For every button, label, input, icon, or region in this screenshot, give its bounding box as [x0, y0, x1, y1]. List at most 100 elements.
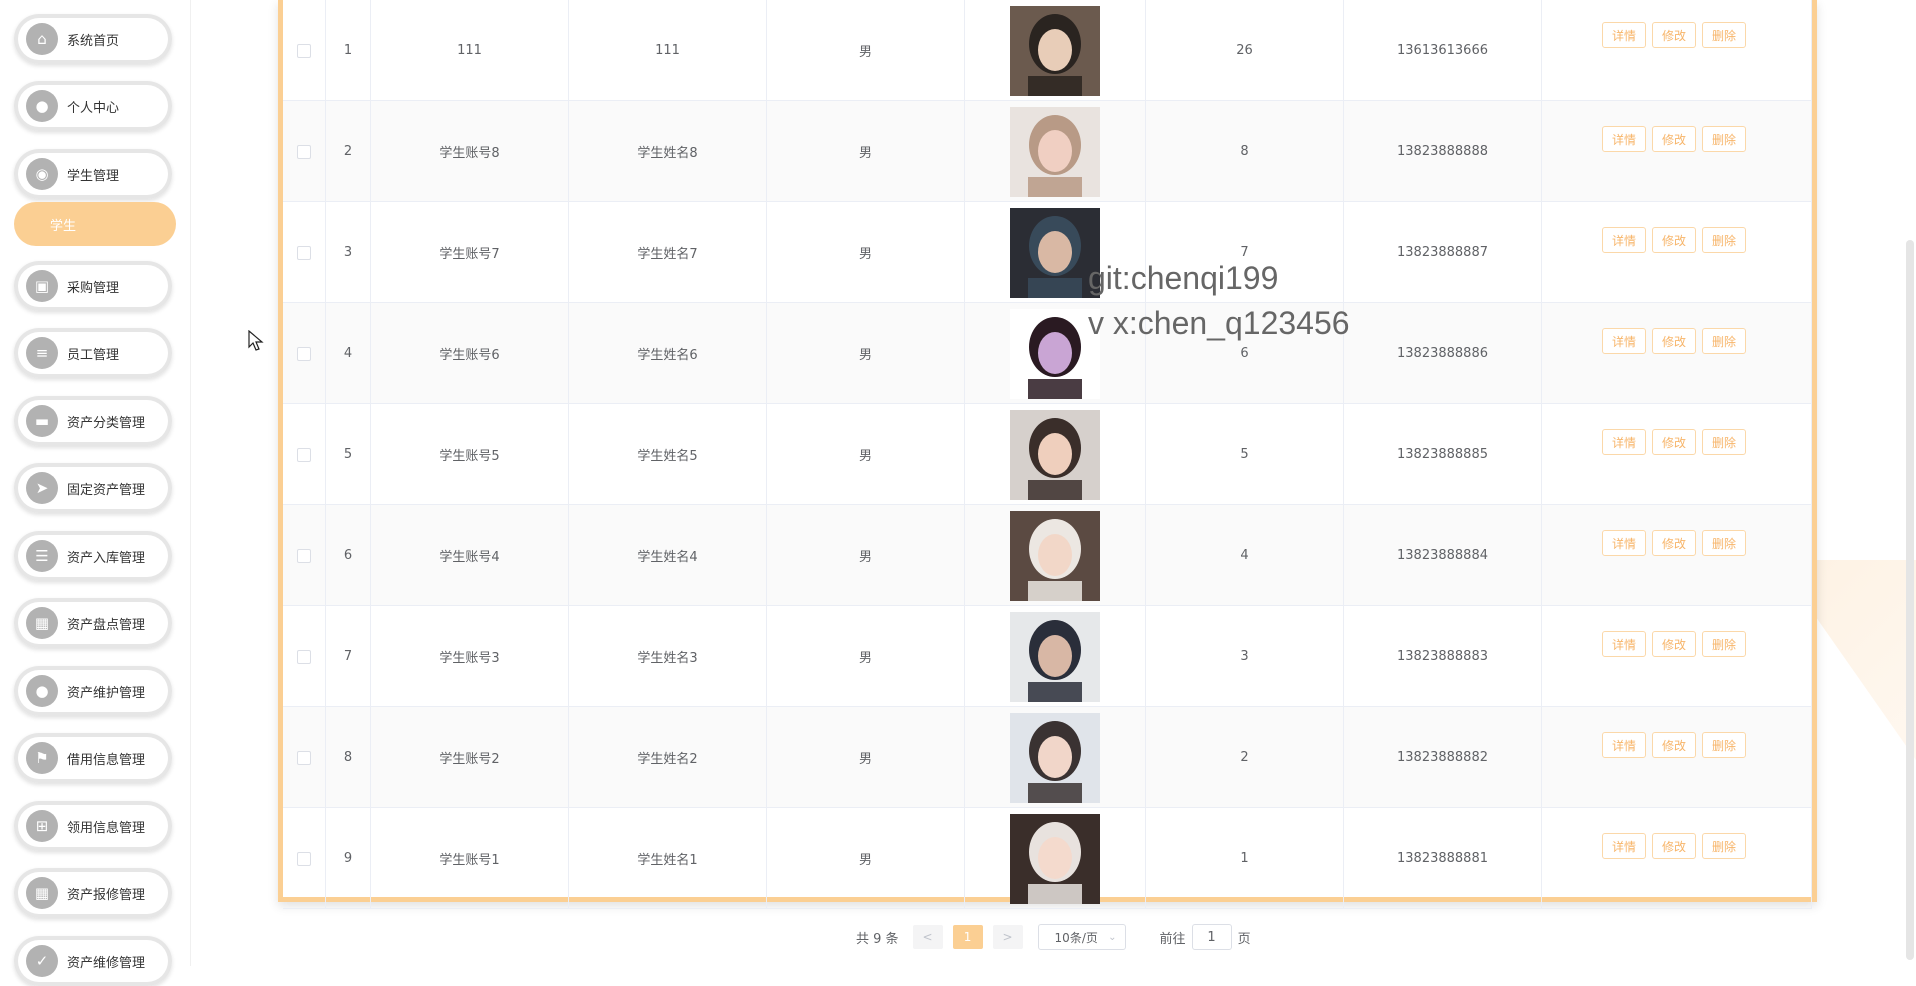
page-scrollbar[interactable] — [1906, 240, 1914, 960]
sidebar-item[interactable]: ▣ 采购管理 — [14, 261, 172, 311]
send-icon: ➤ — [26, 472, 58, 504]
sidebar-item-label: 员工管理 — [67, 347, 120, 363]
table-row: 5 学生账号5 学生姓名5 男 5 13823888885 详情 修改 删除 — [283, 404, 1812, 505]
sidebar-subitem-student[interactable]: 学生 — [14, 202, 176, 246]
select-cell — [283, 606, 326, 707]
account-cell: 111 — [371, 0, 569, 101]
page-size-select[interactable]: 10条/页 ⌄ — [1037, 924, 1126, 950]
delete-button[interactable]: 删除 — [1702, 631, 1746, 657]
student-photo[interactable] — [1010, 712, 1100, 803]
page-number-button[interactable]: 1 — [952, 925, 983, 949]
student-photo[interactable] — [1010, 5, 1100, 96]
name-cell: 学生姓名1 — [569, 808, 767, 909]
row-checkbox[interactable] — [297, 43, 311, 58]
delete-button[interactable]: 删除 — [1702, 22, 1746, 48]
grid-icon: ▦ — [26, 877, 58, 909]
sidebar-item[interactable]: ▬ 资产分类管理 — [14, 396, 172, 446]
check-icon: ✓ — [26, 945, 58, 977]
row-checkbox[interactable] — [297, 548, 311, 563]
row-checkbox[interactable] — [297, 447, 311, 462]
table-row: 4 学生账号6 学生姓名6 男 6 13823888886 详情 修改 删除 — [283, 303, 1812, 404]
student-photo[interactable] — [1010, 611, 1100, 702]
goto-page-input[interactable]: 1 — [1191, 924, 1232, 950]
student-photo[interactable] — [1010, 308, 1100, 399]
sidebar-item[interactable]: ⚑ 借用信息管理 — [14, 733, 172, 783]
student-photo[interactable] — [1010, 409, 1100, 500]
detail-button[interactable]: 详情 — [1602, 833, 1646, 859]
index-cell: 3 — [326, 202, 371, 303]
sidebar-item[interactable]: ● 资产维护管理 — [14, 666, 172, 716]
edit-button[interactable]: 修改 — [1652, 833, 1696, 859]
detail-button[interactable]: 详情 — [1602, 530, 1646, 556]
sidebar-item[interactable]: ● 个人中心 — [14, 81, 172, 131]
student-table: 1 111 111 男 26 13613613666 详情 修改 删除 2 学生账号8 学生姓名8 男 8… — [278, 0, 1817, 909]
edit-button[interactable]: 修改 — [1652, 429, 1696, 455]
edit-button[interactable]: 修改 — [1652, 126, 1696, 152]
row-checkbox[interactable] — [297, 750, 311, 765]
select-cell — [283, 0, 326, 101]
sidebar-item[interactable]: ≡ 员工管理 — [14, 328, 172, 378]
sidebar-item[interactable]: ▦ 资产盘点管理 — [14, 598, 172, 648]
sidebar-item[interactable]: ✓ 资产维修管理 — [14, 936, 172, 986]
name-cell: 学生姓名8 — [569, 101, 767, 202]
sidebar-item[interactable]: ⌂ 系统首页 — [14, 14, 172, 64]
pagination: 共 9 条 < 1 > 10条/页 ⌄ 前往 1 页 — [856, 924, 1251, 950]
student-photo[interactable] — [1010, 106, 1100, 197]
table-row: 1 111 111 男 26 13613613666 详情 修改 删除 — [283, 0, 1812, 101]
delete-button[interactable]: 删除 — [1702, 429, 1746, 455]
sidebar-item[interactable]: ▦ 资产报修管理 — [14, 868, 172, 918]
name-cell: 学生姓名6 — [569, 303, 767, 404]
sidebar-item[interactable]: ◉ 学生管理 — [14, 149, 172, 199]
detail-button[interactable]: 详情 — [1602, 429, 1646, 455]
table-row: 3 学生账号7 学生姓名7 男 7 13823888887 详情 修改 删除 — [283, 202, 1812, 303]
sidebar-item[interactable]: ☰ 资产入库管理 — [14, 531, 172, 581]
student-photo[interactable] — [1010, 510, 1100, 601]
detail-button[interactable]: 详情 — [1602, 631, 1646, 657]
delete-button[interactable]: 删除 — [1702, 833, 1746, 859]
phone-cell: 13823888883 — [1344, 606, 1542, 707]
sidebar-item-label: 资产入库管理 — [67, 550, 146, 566]
gender-cell: 男 — [767, 707, 965, 808]
row-checkbox[interactable] — [297, 144, 311, 159]
table-row: 7 学生账号3 学生姓名3 男 3 13823888883 详情 修改 删除 — [283, 606, 1812, 707]
row-checkbox[interactable] — [297, 346, 311, 361]
student-photo[interactable] — [1010, 813, 1100, 904]
edit-button[interactable]: 修改 — [1652, 227, 1696, 253]
gender-cell: 男 — [767, 606, 965, 707]
account-cell: 学生账号4 — [371, 505, 569, 606]
row-checkbox[interactable] — [297, 851, 311, 866]
delete-button[interactable]: 删除 — [1702, 227, 1746, 253]
student-photo[interactable] — [1010, 207, 1100, 298]
edit-button[interactable]: 修改 — [1652, 22, 1696, 48]
detail-button[interactable]: 详情 — [1602, 126, 1646, 152]
actions-cell: 详情 修改 删除 — [1542, 707, 1812, 808]
sidebar-item-label: 领用信息管理 — [67, 820, 146, 836]
detail-button[interactable]: 详情 — [1602, 227, 1646, 253]
row-checkbox[interactable] — [297, 245, 311, 260]
detail-button[interactable]: 详情 — [1602, 22, 1646, 48]
prev-page-button[interactable]: < — [912, 925, 943, 949]
edit-button[interactable]: 修改 — [1652, 530, 1696, 556]
actions-cell: 详情 修改 删除 — [1542, 303, 1812, 404]
edit-button[interactable]: 修改 — [1652, 732, 1696, 758]
index-cell: 1 — [326, 0, 371, 101]
index-cell: 9 — [326, 808, 371, 909]
delete-button[interactable]: 删除 — [1702, 126, 1746, 152]
delete-button[interactable]: 删除 — [1702, 328, 1746, 354]
sliders-icon: ☰ — [26, 540, 58, 572]
edit-button[interactable]: 修改 — [1652, 328, 1696, 354]
next-page-button[interactable]: > — [992, 925, 1023, 949]
delete-button[interactable]: 删除 — [1702, 732, 1746, 758]
index-cell: 7 — [326, 606, 371, 707]
sidebar-item[interactable]: ➤ 固定资产管理 — [14, 463, 172, 513]
phone-cell: 13823888882 — [1344, 707, 1542, 808]
phone-cell: 13823888881 — [1344, 808, 1542, 909]
sidebar-item[interactable]: ⊞ 领用信息管理 — [14, 801, 172, 851]
account-cell: 学生账号6 — [371, 303, 569, 404]
detail-button[interactable]: 详情 — [1602, 732, 1646, 758]
account-cell: 学生账号7 — [371, 202, 569, 303]
edit-button[interactable]: 修改 — [1652, 631, 1696, 657]
delete-button[interactable]: 删除 — [1702, 530, 1746, 556]
detail-button[interactable]: 详情 — [1602, 328, 1646, 354]
row-checkbox[interactable] — [297, 649, 311, 664]
